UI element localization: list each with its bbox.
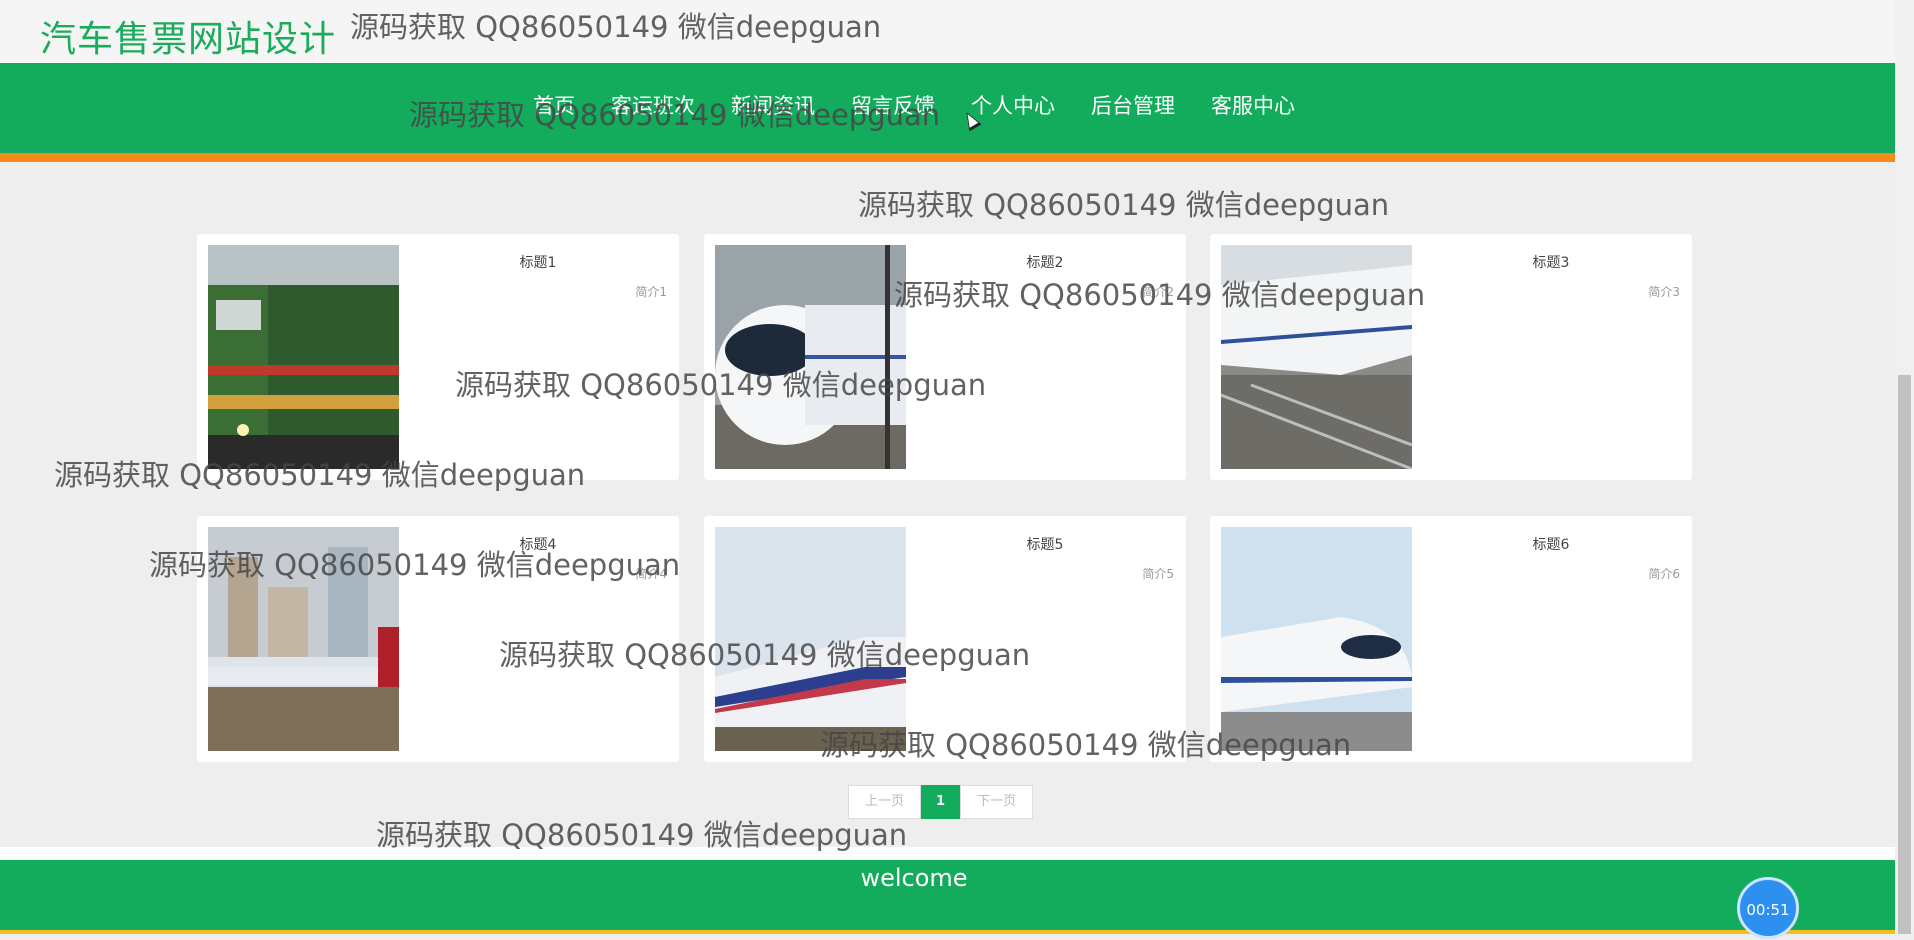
card-4[interactable]: 标题4 简介4 bbox=[197, 516, 679, 762]
nav-item-profile[interactable]: 个人中心 bbox=[971, 90, 1055, 120]
card-1[interactable]: 标题1 简介1 bbox=[197, 234, 679, 480]
card-desc: 简介5 bbox=[1142, 567, 1174, 581]
card-desc: 简介4 bbox=[635, 567, 667, 581]
nav-item-news[interactable]: 新闻资讯 bbox=[731, 90, 815, 120]
card-title[interactable]: 标题6 bbox=[1410, 534, 1692, 554]
footer-spacer bbox=[0, 847, 1895, 860]
watermark-text: 源码获取 QQ86050149 微信deepguan bbox=[858, 188, 1390, 222]
crh-train-image[interactable] bbox=[1221, 527, 1412, 751]
nav-item-home[interactable]: 首页 bbox=[533, 90, 575, 120]
card-desc: 简介1 bbox=[635, 285, 667, 299]
card-desc: 简介6 bbox=[1648, 567, 1680, 581]
card-title[interactable]: 标题4 bbox=[397, 534, 679, 554]
green-locomotive-image[interactable] bbox=[208, 245, 399, 469]
top-header: 汽车售票网站设计 bbox=[0, 0, 1895, 63]
nav-item-service[interactable]: 客服中心 bbox=[1211, 90, 1295, 120]
next-page-button[interactable]: 下一页 bbox=[960, 785, 1034, 819]
white-high-speed-train-image[interactable] bbox=[1221, 245, 1412, 469]
footer-welcome-text: welcome bbox=[860, 864, 968, 892]
white-bullet-train-front-image[interactable] bbox=[715, 245, 906, 469]
page-1-button[interactable]: 1 bbox=[921, 785, 961, 819]
nav-item-schedules[interactable]: 客运班次 bbox=[611, 90, 695, 120]
timer-badge[interactable]: 00:51 bbox=[1737, 877, 1799, 939]
blue-stripe-train-image[interactable] bbox=[715, 527, 906, 751]
card-title[interactable]: 标题1 bbox=[397, 252, 679, 272]
scrollbar-thumb[interactable] bbox=[1898, 375, 1911, 934]
train-city-skyline-image[interactable] bbox=[208, 527, 399, 751]
card-title[interactable]: 标题3 bbox=[1410, 252, 1692, 272]
card-6[interactable]: 标题6 简介6 bbox=[1210, 516, 1692, 762]
card-2[interactable]: 标题2 简介2 bbox=[704, 234, 1186, 480]
prev-page-button[interactable]: 上一页 bbox=[848, 785, 922, 819]
nav-item-feedback[interactable]: 留言反馈 bbox=[851, 90, 935, 120]
site-title[interactable]: 汽车售票网站设计 bbox=[40, 10, 336, 62]
main-nav: 首页 客运班次 新闻资讯 留言反馈 个人中心 后台管理 客服中心 bbox=[0, 63, 1895, 153]
footer-bottom-border bbox=[0, 930, 1895, 934]
nav-items: 首页 客运班次 新闻资讯 留言反馈 个人中心 后台管理 客服中心 bbox=[533, 63, 1331, 147]
card-3[interactable]: 标题3 简介3 bbox=[1210, 234, 1692, 480]
card-title[interactable]: 标题5 bbox=[904, 534, 1186, 554]
card-desc: 简介2 bbox=[1142, 285, 1174, 299]
nav-underline bbox=[0, 153, 1895, 162]
card-title[interactable]: 标题2 bbox=[904, 252, 1186, 272]
pagination: 上一页 1 下一页 bbox=[848, 785, 1034, 819]
nav-item-admin[interactable]: 后台管理 bbox=[1091, 90, 1175, 120]
card-desc: 简介3 bbox=[1648, 285, 1680, 299]
card-5[interactable]: 标题5 简介5 bbox=[704, 516, 1186, 762]
